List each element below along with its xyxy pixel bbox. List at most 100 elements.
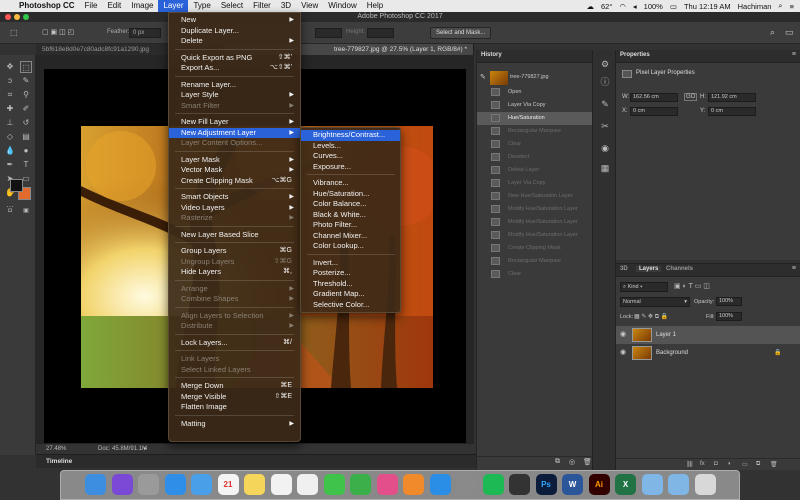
foreground-color-swatch[interactable]	[10, 179, 23, 192]
finder-icon[interactable]	[85, 474, 106, 495]
preferences-icon[interactable]	[456, 474, 477, 495]
siri-icon[interactable]	[111, 474, 133, 495]
menu-edit[interactable]: Edit	[102, 0, 126, 12]
feather-input[interactable]: 0 px	[129, 28, 161, 38]
layer-filter-icons[interactable]: ▣ ◐ T ▭ ◫	[674, 282, 710, 290]
height-field[interactable]: 121.92 cm	[708, 93, 756, 102]
x-field[interactable]: 0 cm	[630, 107, 678, 116]
info-icon[interactable]: ⓘ	[599, 76, 611, 88]
temperature[interactable]: 62°	[601, 2, 612, 11]
submenu-item-black-white[interactable]: Black & White...	[301, 210, 400, 221]
menu-item-new[interactable]: New ▶	[169, 15, 300, 26]
history-tab[interactable]: History	[481, 52, 502, 58]
brush-tool-icon[interactable]: ✐	[20, 103, 32, 115]
menu-type[interactable]: Type	[188, 0, 215, 12]
menu-item-layer-mask[interactable]: Layer Mask ▶	[169, 155, 300, 166]
menu-item-smart-objects[interactable]: Smart Objects ▶	[169, 192, 300, 203]
menu-window[interactable]: Window	[323, 0, 361, 12]
y-field[interactable]: 0 cm	[708, 107, 756, 116]
eyedropper-tool-icon[interactable]: ⚲	[20, 89, 32, 101]
panel-menu-icon[interactable]: ≡	[792, 51, 796, 58]
properties-tab[interactable]: Properties	[620, 52, 650, 58]
submenu-item-brightness-contrast[interactable]: Brightness/Contrast...	[301, 130, 400, 141]
layer-style-icon[interactable]: fx	[700, 461, 705, 467]
tool-presets-icon[interactable]: ✂	[599, 120, 611, 132]
search-icon[interactable]: ⌕	[778, 1, 782, 11]
submenu-item-selective-color[interactable]: Selective Color...	[301, 300, 400, 311]
submenu-item-photo-filter[interactable]: Photo Filter...	[301, 220, 400, 231]
width-field[interactable]: 162.56 cm	[630, 93, 678, 102]
opacity-field[interactable]: 100%	[716, 297, 742, 306]
facetime-icon[interactable]	[350, 474, 371, 495]
lock-icons[interactable]: ▦ ✎ ✥ ⧉ 🔒	[634, 313, 668, 321]
battery-icon[interactable]: ▭	[670, 2, 677, 11]
messages-icon[interactable]	[323, 474, 345, 495]
launchpad-icon[interactable]	[138, 474, 159, 495]
wifi-icon[interactable]: ◠	[619, 2, 626, 11]
new-group-icon[interactable]: ▭	[742, 461, 748, 468]
marquee-tool-icon[interactable]: ⬚	[10, 28, 18, 37]
menu-layer[interactable]: Layer	[158, 0, 189, 12]
height-input[interactable]	[367, 28, 394, 38]
move-tool-icon[interactable]: ✥	[4, 61, 16, 73]
menu-item-video-layers[interactable]: Video Layers ▶	[169, 203, 300, 214]
menu-item-merge-down[interactable]: Merge Down ⌘E	[169, 381, 300, 392]
tab-channels[interactable]: Channels	[666, 266, 693, 272]
tab-layers[interactable]: Layers	[636, 266, 662, 272]
ibooks-icon[interactable]	[403, 474, 424, 495]
apple-menu-icon[interactable]	[0, 0, 14, 12]
mail-icon[interactable]	[191, 474, 212, 495]
brush-settings-icon[interactable]: ✎	[599, 98, 611, 110]
new-snapshot-icon[interactable]: ◎	[569, 458, 575, 466]
control-list-icon[interactable]: ≡	[790, 2, 794, 11]
history-brush-source-icon[interactable]: ✎	[480, 73, 486, 81]
menu-item-layer-style[interactable]: Layer Style ▶	[169, 90, 300, 101]
menu-image[interactable]: Image	[126, 0, 158, 12]
appstore-icon[interactable]	[429, 474, 451, 495]
visibility-eye-icon[interactable]: ◉	[620, 326, 626, 344]
selection-mode-icons[interactable]: ▢ ▣ ◫ ◰	[42, 28, 74, 36]
excel-icon[interactable]: X	[615, 474, 636, 495]
illustrator-icon[interactable]: Ai	[588, 474, 610, 495]
submenu-item-vibrance[interactable]: Vibrance...	[301, 178, 400, 189]
safari-icon[interactable]	[164, 474, 186, 495]
itunes-icon[interactable]	[376, 474, 398, 495]
menu-item-rename-layer[interactable]: Rename Layer...	[169, 80, 300, 91]
app-menu[interactable]: Photoshop CC	[14, 0, 80, 12]
menu-item-create-clipping-mask[interactable]: Create Clipping Mask ⌥⌘G	[169, 176, 300, 187]
blur-tool-icon[interactable]: 💧	[4, 145, 16, 157]
menu-filter[interactable]: Filter	[248, 0, 276, 12]
battery-percent[interactable]: 100%	[644, 2, 663, 11]
menu-item-new-layer-based-slice[interactable]: New Layer Based Slice	[169, 230, 300, 241]
new-layer-icon[interactable]: ⧉	[756, 461, 760, 468]
submenu-item-exposure[interactable]: Exposure...	[301, 162, 400, 173]
menu-item-matting[interactable]: Matting ▶	[169, 419, 300, 430]
timeline-tab[interactable]: Timeline	[46, 458, 72, 465]
fill-field[interactable]: 100%	[716, 312, 742, 321]
terminal-icon[interactable]	[509, 474, 530, 495]
panel-menu-icon[interactable]: ≡	[792, 265, 796, 272]
menu-item-delete[interactable]: Delete ▶	[169, 36, 300, 47]
pen-tool-icon[interactable]: ✒	[4, 159, 16, 171]
menu-item-quick-export-as-png[interactable]: Quick Export as PNG ⇧⌘'	[169, 53, 300, 64]
status-arrow-icon[interactable]: ▸	[144, 444, 147, 454]
crop-tool-icon[interactable]: ⌗	[4, 89, 16, 101]
width-input[interactable]	[315, 28, 342, 38]
layer-row[interactable]: ◉ Layer 1	[616, 326, 800, 344]
link-layers-icon[interactable]: ⛓	[686, 461, 694, 468]
submenu-item-levels[interactable]: Levels...	[301, 141, 400, 152]
lasso-tool-icon[interactable]: ↄ	[4, 75, 16, 87]
swatches-icon[interactable]: ▦	[599, 162, 611, 174]
type-tool-icon[interactable]: T	[20, 159, 32, 171]
calendar-icon[interactable]: 21	[217, 474, 239, 495]
photos-icon[interactable]	[297, 474, 318, 495]
quick-select-tool-icon[interactable]: ✎	[20, 75, 32, 87]
folder-icon[interactable]	[641, 474, 663, 495]
submenu-item-color-balance[interactable]: Color Balance...	[301, 199, 400, 210]
word-icon[interactable]: W	[562, 474, 583, 495]
delete-layer-icon[interactable]: 🗑	[770, 461, 778, 468]
visibility-eye-icon[interactable]: ◉	[620, 344, 626, 362]
zoom-window-icon[interactable]	[23, 14, 29, 20]
eraser-tool-icon[interactable]: ◇	[4, 131, 16, 143]
submenu-item-gradient-map[interactable]: Gradient Map...	[301, 289, 400, 300]
